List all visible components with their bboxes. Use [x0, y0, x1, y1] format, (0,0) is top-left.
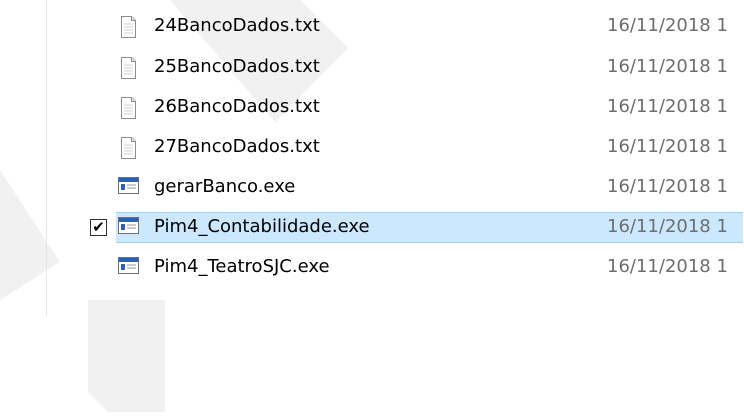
executable-icon	[118, 217, 140, 239]
file-row-selected[interactable]: ✔ Pim4_Contabilidade.exe 16/11/2018 1	[0, 210, 744, 244]
file-name: gerarBanco.exe	[154, 176, 296, 197]
file-name: 24BancoDados.txt	[154, 15, 320, 36]
file-row[interactable]: 27BancoDados.txt 16/11/2018 1	[0, 130, 744, 164]
date-modified: 16/11/2018 1	[607, 56, 728, 77]
item-checkbox[interactable]: ✔	[90, 219, 107, 236]
text-file-icon	[118, 16, 138, 42]
date-modified: 16/11/2018 1	[607, 96, 728, 117]
file-name: 26BancoDados.txt	[154, 96, 320, 117]
file-name: 27BancoDados.txt	[154, 136, 320, 157]
file-row[interactable]: 24BancoDados.txt 16/11/2018 1	[0, 9, 744, 43]
text-file-icon	[118, 97, 138, 123]
text-file-icon	[118, 137, 138, 163]
executable-icon	[118, 177, 140, 199]
date-modified: 16/11/2018 1	[607, 15, 728, 36]
date-modified: 16/11/2018 1	[607, 176, 728, 197]
text-file-icon	[118, 57, 138, 83]
file-name: Pim4_TeatroSJC.exe	[154, 256, 330, 277]
file-row[interactable]: Pim4_TeatroSJC.exe 16/11/2018 1	[0, 250, 744, 284]
file-row[interactable]: gerarBanco.exe 16/11/2018 1	[0, 170, 744, 204]
file-list: 24BancoDados.txt 16/11/2018 1 25BancoDad…	[0, 0, 744, 300]
date-modified: 16/11/2018 1	[607, 216, 728, 237]
file-name: 25BancoDados.txt	[154, 56, 320, 77]
executable-icon	[118, 257, 140, 279]
file-name: Pim4_Contabilidade.exe	[154, 216, 370, 237]
file-row[interactable]: 25BancoDados.txt 16/11/2018 1	[0, 50, 744, 84]
date-modified: 16/11/2018 1	[607, 136, 728, 157]
file-row[interactable]: 26BancoDados.txt 16/11/2018 1	[0, 90, 744, 124]
date-modified: 16/11/2018 1	[607, 256, 728, 277]
